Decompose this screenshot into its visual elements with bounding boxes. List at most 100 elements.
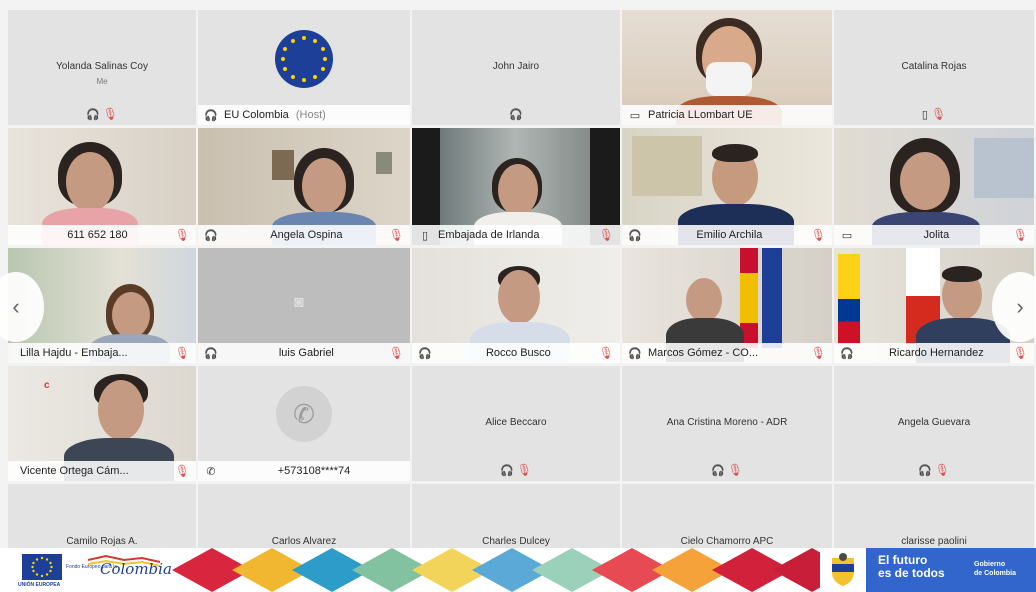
participant-name: Lilla Hajdu - Embaja... <box>20 347 128 359</box>
mic-muted-icon[interactable]: 🎙 <box>1013 346 1028 360</box>
headset-icon: 🎧 <box>628 229 642 242</box>
participant-name: luis Gabriel <box>278 347 334 359</box>
participant-tile[interactable]: 🎧 Marcos Gómez - CO... 🎙 <box>622 248 832 363</box>
camera-off-icon: ◙ <box>294 294 304 311</box>
participant-name: Angela Guevara <box>897 416 971 428</box>
participant-tile[interactable]: ▭ Jolita 🎙 <box>834 128 1034 245</box>
participant-name-bar: 🎧 Rocco Busco 🎙 <box>412 343 620 363</box>
participant-name: Ana Cristina Moreno - ADR <box>666 416 788 428</box>
screen-share-icon: ▭ <box>629 109 641 122</box>
mic-muted-icon[interactable]: 🎙 <box>175 346 190 360</box>
participant-tile[interactable]: Ana Cristina Moreno - ADR 🎧 🎙 <box>622 366 832 481</box>
participant-name: Rocco Busco <box>485 347 551 359</box>
participant-name: Carlos Alvarez <box>271 536 337 547</box>
gobierno-name-line-1: Gobierno <box>974 561 1006 568</box>
participant-status: ▯ 🎙 <box>834 107 1034 121</box>
mic-muted-icon[interactable]: 🎙 <box>389 228 404 242</box>
participant-tile[interactable]: Alice Beccaro 🎧 🎙 <box>412 366 620 481</box>
mic-muted-icon[interactable]: 🎙 <box>599 346 614 360</box>
headset-icon: 🎧 <box>86 109 100 121</box>
mic-muted-icon[interactable]: 🎙 <box>517 463 532 477</box>
mic-muted-icon[interactable]: 🎙 <box>935 463 950 477</box>
headset-icon: 🎧 <box>918 465 932 477</box>
branding-banner: UNIÓN EUROPEA Fondo Europeo para la Colo… <box>0 548 1036 592</box>
eu-flag-avatar <box>275 30 333 88</box>
mic-muted-icon[interactable]: 🎙 <box>599 228 614 242</box>
participant-name: Jolita <box>923 229 950 241</box>
participant-name-bar: ✆ +573108****74 <box>198 461 410 481</box>
headset-icon: 🎧 <box>628 347 642 360</box>
active-speaker-tile[interactable]: ▭ Patricia LLombart UE <box>622 10 832 125</box>
participant-status: 🎧 <box>412 108 620 121</box>
mic-muted-icon[interactable]: 🎙 <box>175 228 190 242</box>
participant-tile[interactable]: John Jairo 🎧 <box>412 10 620 125</box>
mic-muted-icon[interactable]: 🎙 <box>811 346 826 360</box>
gobierno-name: Gobierno de Colombia <box>974 560 1016 578</box>
participant-name: Cielo Chamorro APC <box>680 536 774 547</box>
participant-tile[interactable]: clarisse paolini <box>834 484 1034 554</box>
participant-name-bar: 🎧 Ricardo Hernandez 🎙 <box>834 343 1034 363</box>
headset-icon: 🎧 <box>204 109 218 122</box>
participant-name-bar: ▭ Patricia LLombart UE <box>622 105 832 125</box>
headset-icon: 🎧 <box>840 347 854 360</box>
phone-avatar-icon: ✆ <box>276 386 332 442</box>
participant-name: John Jairo <box>492 60 540 72</box>
participant-tile[interactable]: 611 652 180 🎙 <box>8 128 196 245</box>
participant-name-bar: 🎧 Angela Ospina 🎙 <box>198 225 410 245</box>
participant-name-bar: Lilla Hajdu - Embaja... 🎙 <box>8 343 196 363</box>
participant-name: Angela Ospina <box>270 229 343 241</box>
participant-tile[interactable]: Camilo Rojas A. <box>8 484 196 554</box>
participant-tile[interactable]: 🎧 Rocco Busco 🎙 <box>412 248 620 363</box>
participant-tile[interactable]: Angela Guevara 🎧 🎙 <box>834 366 1034 481</box>
participant-name: Embajada de Irlanda <box>438 229 540 241</box>
participant-tile[interactable]: ▯ Embajada de Irlanda 🎙 <box>412 128 620 245</box>
mic-muted-icon[interactable]: 🎙 <box>931 107 946 121</box>
colombia-coat-of-arms-icon <box>832 553 854 586</box>
participant-name: Emilio Archila <box>696 229 763 241</box>
participant-name: 611 652 180 <box>67 229 128 241</box>
participant-status: 🎧 🎙 <box>622 463 832 477</box>
participant-name: Catalina Rojas <box>901 60 967 72</box>
participant-tile[interactable]: c Vicente Ortega Cám... 🎙 <box>8 366 196 481</box>
participant-name-bar: 🎧 Emilio Archila 🎙 <box>622 225 832 245</box>
participant-sub-label: Me <box>96 76 108 86</box>
mic-muted-icon[interactable]: 🎙 <box>728 463 743 477</box>
mic-muted-icon[interactable]: 🎙 <box>175 464 190 478</box>
participant-tile[interactable]: ✆ ✆ +573108****74 <box>198 366 410 481</box>
participant-tile[interactable]: 🎧 Angela Ospina 🎙 <box>198 128 410 245</box>
mic-muted-icon[interactable]: 🎙 <box>1013 228 1028 242</box>
participant-status: 🎧 🎙 <box>834 463 1034 477</box>
participant-name-bar: 611 652 180 🎙 <box>8 225 196 245</box>
participant-name-bar: ▯ Embajada de Irlanda 🎙 <box>412 225 620 245</box>
participant-name-bar: 🎧 luis Gabriel 🎙 <box>198 343 410 363</box>
participant-tile[interactable]: 🎧 EU Colombia (Host) <box>198 10 410 125</box>
phone-icon: ✆ <box>206 465 216 478</box>
mic-muted-icon[interactable]: 🎙 <box>389 346 404 360</box>
participant-tile[interactable]: Charles Dulcey <box>412 484 620 554</box>
mic-muted-icon[interactable]: 🎙 <box>103 107 118 121</box>
participant-name: EU Colombia <box>224 109 289 121</box>
participant-tile[interactable]: Catalina Rojas ▯ 🎙 <box>834 10 1034 125</box>
participant-tile[interactable]: ◙ 🎧 luis Gabriel 🎙 <box>198 248 410 363</box>
participant-tile[interactable]: Cielo Chamorro APC <box>622 484 832 554</box>
eu-label: UNIÓN EUROPEA <box>18 582 61 588</box>
gobierno-slogan: El futuro es de todos <box>878 554 945 580</box>
participant-tile[interactable]: 🎧 Emilio Archila 🎙 <box>622 128 832 245</box>
screen-share-icon: ▭ <box>841 229 853 242</box>
participant-name-bar: ▭ Jolita 🎙 <box>834 225 1034 245</box>
participant-name-bar: Vicente Ortega Cám... 🎙 <box>8 461 196 481</box>
participant-name: clarisse paolini <box>901 536 967 547</box>
participant-name-bar: 🎧 Marcos Gómez - CO... 🎙 <box>622 343 832 363</box>
participant-name: Yolanda Salinas Coy <box>56 60 148 72</box>
participant-name: +573108****74 <box>277 465 351 477</box>
mic-muted-icon[interactable]: 🎙 <box>811 228 826 242</box>
participant-tile[interactable]: Carlos Alvarez <box>198 484 410 554</box>
gobierno-slogan-line-2: es de todos <box>878 566 945 580</box>
headset-icon: 🎧 <box>711 465 725 477</box>
participant-name: Charles Dulcey <box>482 536 550 547</box>
host-badge: (Host) <box>295 109 326 121</box>
participant-tile[interactable]: Yolanda Salinas Coy Me 🎧 🎙 <box>8 10 196 125</box>
participant-status: 🎧 🎙 <box>412 463 620 477</box>
decorative-pattern <box>172 548 820 592</box>
headset-icon: 🎧 <box>509 109 523 121</box>
